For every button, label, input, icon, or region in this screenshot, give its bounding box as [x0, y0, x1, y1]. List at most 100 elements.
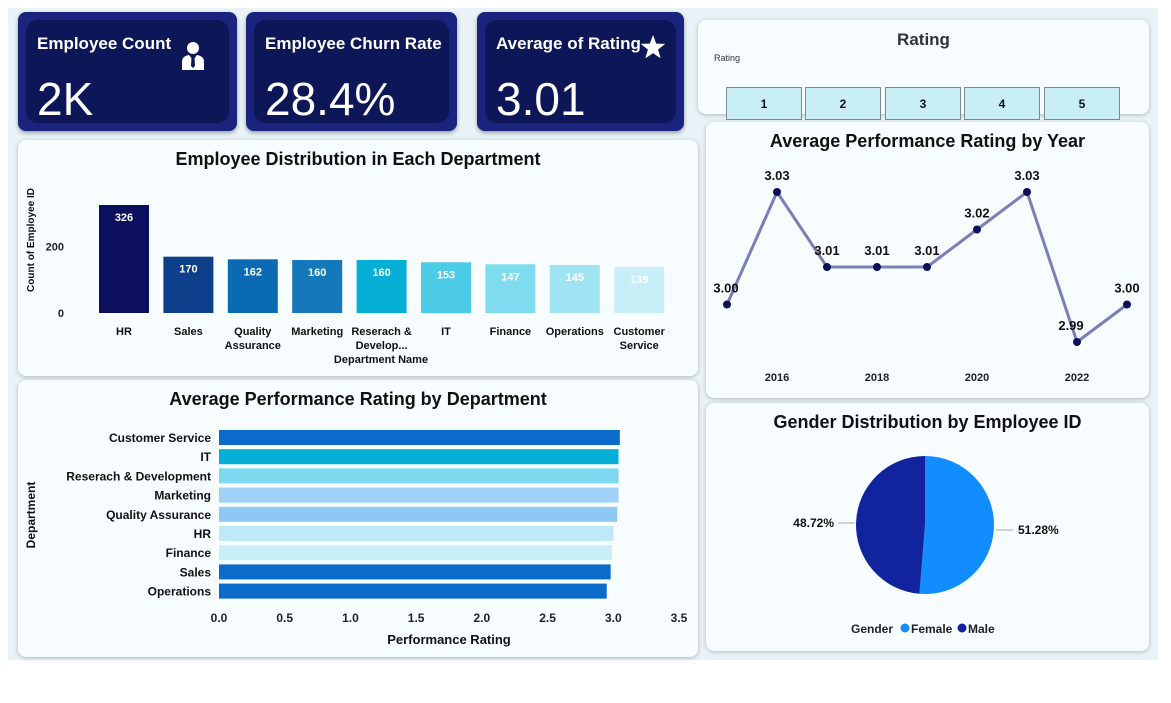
x-tick-label: 2018: [865, 372, 889, 384]
x-axis-label: Performance Rating: [387, 632, 511, 647]
rating-option-2[interactable]: 2: [805, 87, 881, 120]
kpi-inner: Employee Churn Rate 28.4%: [254, 20, 449, 125]
x-tick-label: Customer: [614, 326, 666, 338]
data-label: 139: [630, 274, 648, 286]
y-tick-label: 200: [46, 242, 64, 254]
y-tick-label: Quality Assurance: [106, 508, 211, 522]
legend-marker-male: [957, 623, 967, 633]
kpi-churn-rate[interactable]: Employee Churn Rate 28.4%: [246, 12, 457, 131]
gender-card: Gender Distribution by Employee ID 51.28…: [706, 403, 1149, 651]
x-tick-label: 0.0: [211, 611, 228, 625]
data-point: [823, 263, 831, 271]
bar: [219, 430, 620, 445]
slice-label: 48.72%: [793, 516, 834, 530]
kpi-average-rating[interactable]: Average of Rating 3.01: [477, 12, 684, 131]
x-tick-label: 0.5: [276, 611, 293, 625]
rating-option-1[interactable]: 1: [726, 87, 802, 120]
data-label: 3.02: [964, 206, 989, 221]
data-label: 3.01: [914, 243, 939, 258]
gender-pie-chart: 51.28% 48.72% Gender Female Male: [793, 456, 1059, 636]
person-icon: [182, 42, 204, 70]
kpi-employee-count[interactable]: Employee Count 2K: [18, 12, 237, 131]
x-tick-label: IT: [441, 326, 451, 338]
x-tick-label: 2.5: [539, 611, 556, 625]
data-label: 3.01: [814, 243, 839, 258]
rating-option-5[interactable]: 5: [1044, 87, 1120, 120]
perf-by-dept-chart: Department Customer Service IT Reserach & D…: [24, 430, 688, 647]
data-point: [723, 300, 731, 309]
x-tick-label: 3.0: [605, 611, 622, 625]
y-tick-label: Reserach & Development: [66, 469, 211, 483]
data-point: [923, 263, 931, 271]
x-tick-label: HR: [116, 326, 132, 338]
x-tick-label: 2.0: [474, 611, 491, 625]
perf-by-dept-card: Average Performance Rating by Department…: [18, 380, 698, 657]
legend-marker-female: [900, 623, 910, 633]
dept-distribution-card: Employee Distribution in Each Department…: [18, 140, 698, 376]
y-tick-label: 0: [58, 308, 64, 320]
y-tick-label: IT: [200, 450, 211, 464]
rating-option-3[interactable]: 3: [885, 87, 961, 120]
kpi-title: Employee Count: [37, 34, 172, 53]
bar: [219, 468, 619, 484]
data-point: [1073, 338, 1081, 346]
bar: [219, 449, 619, 465]
data-label: 145: [566, 272, 584, 284]
slicer-label: Rating: [714, 53, 741, 63]
data-point: [873, 263, 881, 271]
data-label: 160: [372, 267, 390, 279]
y-axis-label: Count of Employee ID: [26, 188, 37, 292]
legend-label-female: Female: [911, 622, 953, 636]
bar: [219, 545, 612, 561]
data-label: 160: [308, 267, 326, 279]
bar: [219, 526, 614, 541]
kpi-value: 28.4%: [265, 73, 396, 125]
x-tick-label: Reserach &: [351, 326, 412, 338]
bar: [219, 564, 611, 580]
data-point: [773, 188, 781, 196]
x-tick-label: Assurance: [225, 340, 281, 352]
perf-by-year-chart: 3.00 3.03 3.01 3.01 3.01 3.02 3.03 2.99 3.00 2016…: [713, 168, 1139, 384]
slice-label: 51.28%: [1018, 523, 1059, 537]
legend-title: Gender: [851, 622, 893, 636]
x-tick-label: Marketing: [291, 326, 343, 338]
data-label: 153: [437, 269, 455, 281]
x-tick-label: 2016: [765, 372, 789, 384]
data-label: 2.99: [1058, 318, 1083, 333]
x-tick-label: 1.0: [342, 611, 359, 625]
perf-by-year-card: Average Performance Rating by Year 3.00 3…: [706, 122, 1149, 398]
kpi-title: Average of Rating: [496, 34, 641, 53]
slicer-title: Rating: [897, 30, 950, 49]
y-tick-label: Operations: [148, 585, 212, 599]
data-point: [1023, 188, 1031, 196]
data-label: 3.00: [1114, 281, 1139, 296]
data-label: 147: [501, 271, 519, 283]
x-tick-label: Service: [620, 340, 659, 352]
y-tick-label: Finance: [166, 546, 212, 560]
data-label: 162: [244, 266, 262, 278]
y-tick-label: Sales: [180, 565, 212, 579]
data-label: 3.03: [1014, 168, 1039, 183]
y-tick-label: Marketing: [154, 489, 211, 503]
x-tick-label: 1.5: [408, 611, 425, 625]
bar: [219, 506, 618, 522]
data-label: 170: [179, 264, 197, 276]
data-label: 3.00: [713, 281, 738, 296]
kpi-inner: Average of Rating 3.01: [485, 20, 676, 125]
y-tick-label: HR: [194, 527, 212, 541]
x-tick-label: Quality: [234, 326, 272, 338]
pie-slice-male: [856, 456, 925, 594]
y-tick-label: Customer Service: [109, 431, 211, 445]
y-axis-label: Department: [24, 482, 38, 549]
star-icon: [640, 35, 666, 59]
data-point: [973, 225, 981, 234]
data-label: 3.03: [764, 168, 789, 183]
x-tick-label: Operations: [546, 326, 604, 338]
rating-option-4[interactable]: 4: [964, 87, 1040, 120]
bar: [219, 487, 619, 503]
data-label: 326: [115, 212, 133, 224]
dept-distribution-chart: Count of Employee ID 0 200 326 HR 170 Sales 162…: [26, 188, 666, 366]
bar: [219, 583, 607, 599]
data-label: 3.01: [864, 243, 889, 258]
kpi-value: 3.01: [496, 73, 586, 125]
